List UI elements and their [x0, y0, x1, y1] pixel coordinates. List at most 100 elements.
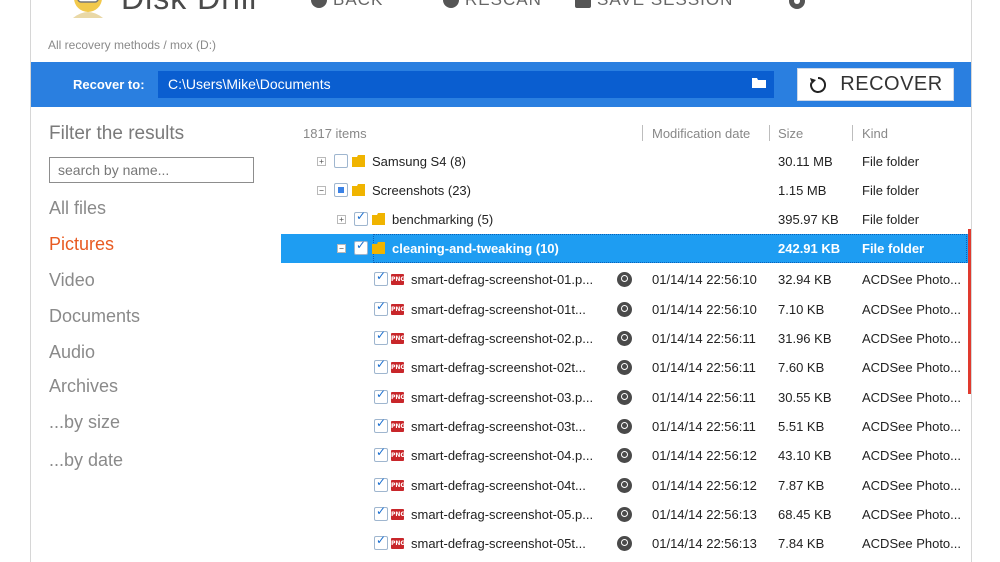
preview-icon[interactable]	[617, 536, 632, 551]
filter-all-files[interactable]: All files	[49, 198, 106, 219]
file-date: 01/14/14 22:56:11	[652, 331, 756, 346]
file-row[interactable]: PNG smart-defrag-screenshot-01t... 01/14…	[281, 295, 969, 324]
png-file-icon: PNG	[391, 421, 406, 432]
preview-icon[interactable]	[617, 331, 632, 346]
preview-icon[interactable]	[617, 390, 632, 405]
preview-icon[interactable]	[617, 448, 632, 463]
file-date: 01/14/14 22:56:12	[652, 448, 757, 463]
png-file-icon: PNG	[391, 362, 406, 373]
back-icon	[311, 0, 327, 8]
filter-by-date[interactable]: ...by date	[49, 450, 123, 471]
file-row[interactable]: PNG smart-defrag-screenshot-04.p... 01/1…	[281, 441, 969, 470]
expand-icon[interactable]: +	[337, 215, 346, 224]
column-separator[interactable]	[852, 125, 853, 141]
file-row[interactable]: PNG smart-defrag-screenshot-02t... 01/14…	[281, 353, 969, 382]
preview-icon[interactable]	[617, 360, 632, 375]
file-date: 01/14/14 22:56:10	[652, 302, 757, 317]
collapse-icon[interactable]: −	[337, 244, 346, 253]
preview-icon[interactable]	[617, 272, 632, 287]
column-header-kind[interactable]: Kind	[862, 126, 888, 141]
folder-size: 30.11 MB	[778, 154, 833, 169]
png-file-icon: PNG	[391, 392, 406, 403]
recover-icon	[810, 76, 827, 93]
png-file-icon: PNG	[391, 450, 406, 461]
save-session-button[interactable]: SAVE SESSION	[575, 0, 733, 10]
file-row[interactable]: PNG smart-defrag-screenshot-04t... 01/14…	[281, 471, 969, 500]
recover-bar: Recover to: C:\Users\Mike\Documents RECO…	[31, 62, 971, 107]
filter-archives[interactable]: Archives	[49, 376, 118, 397]
file-row[interactable]: PNG smart-defrag-screenshot-03.p... 01/1…	[281, 383, 969, 412]
search-input[interactable]	[49, 157, 254, 183]
expand-icon[interactable]: +	[317, 157, 326, 166]
column-separator[interactable]	[642, 125, 643, 141]
row-checkbox[interactable]	[354, 209, 368, 226]
file-row[interactable]: PNG smart-defrag-screenshot-01.p... 01/1…	[281, 265, 969, 294]
row-checkbox[interactable]	[354, 238, 368, 255]
column-header-date[interactable]: Modification date	[652, 126, 750, 141]
row-checkbox[interactable]	[374, 475, 388, 492]
filter-audio[interactable]: Audio	[49, 342, 95, 363]
row-checkbox[interactable]	[334, 183, 348, 197]
row-checkbox[interactable]	[374, 445, 388, 462]
file-kind: ACDSee Photo...	[862, 302, 961, 317]
filter-by-size[interactable]: ...by size	[49, 412, 120, 433]
folder-row-selected[interactable]: − cleaning-and-tweaking (10) 242.91 KB F…	[281, 234, 969, 263]
row-checkbox[interactable]	[374, 387, 388, 404]
file-date: 01/14/14 22:56:13	[652, 536, 757, 551]
folder-row[interactable]: − Screenshots (23) 1.15 MB File folder	[281, 176, 969, 205]
file-name: smart-defrag-screenshot-02.p...	[411, 331, 594, 346]
preview-icon[interactable]	[617, 478, 632, 493]
file-row[interactable]: PNG smart-defrag-screenshot-03t... 01/14…	[281, 412, 969, 441]
breadcrumb[interactable]: All recovery methods / mox (D:)	[48, 38, 216, 52]
file-kind: ACDSee Photo...	[862, 507, 961, 522]
file-row[interactable]: PNG smart-defrag-screenshot-05t... 01/14…	[281, 529, 969, 558]
png-file-icon: PNG	[391, 274, 406, 285]
back-button[interactable]: BACK	[311, 0, 383, 10]
preview-icon[interactable]	[617, 507, 632, 522]
folder-size: 1.15 MB	[778, 183, 827, 198]
recover-button[interactable]: RECOVER	[797, 68, 954, 101]
row-checkbox[interactable]	[374, 357, 388, 374]
row-checkbox[interactable]	[374, 533, 388, 550]
file-size: 7.60 KB	[778, 360, 825, 375]
file-name: smart-defrag-screenshot-04t...	[411, 478, 586, 493]
row-checkbox[interactable]	[374, 269, 388, 286]
scrollbar[interactable]	[968, 229, 971, 394]
rescan-icon	[443, 0, 459, 8]
folder-kind: File folder	[862, 154, 920, 169]
png-file-icon: PNG	[391, 538, 406, 549]
folder-icon	[372, 242, 385, 254]
preview-icon[interactable]	[617, 302, 632, 317]
file-size: 7.10 KB	[778, 302, 825, 317]
file-row[interactable]: PNG smart-defrag-screenshot-05.p... 01/1…	[281, 500, 969, 529]
file-list: 1817 items Modification date Size Kind +…	[281, 107, 971, 562]
file-date: 01/14/14 22:56:11	[652, 390, 756, 405]
rescan-button[interactable]: RESCAN	[443, 0, 542, 10]
row-checkbox[interactable]	[374, 416, 388, 433]
file-row[interactable]: PNG smart-defrag-screenshot-02.p... 01/1…	[281, 324, 969, 353]
folder-row[interactable]: + Samsung S4 (8) 30.11 MB File folder	[281, 147, 969, 176]
row-checkbox[interactable]	[374, 328, 388, 345]
gear-icon[interactable]	[786, 0, 808, 12]
window-border-right	[971, 0, 972, 562]
folder-size: 242.91 KB	[778, 241, 841, 256]
folder-row[interactable]: + benchmarking (5) 395.97 KB File folder	[281, 205, 969, 234]
column-separator[interactable]	[769, 125, 770, 141]
folder-kind: File folder	[862, 212, 920, 227]
row-checkbox[interactable]	[374, 299, 388, 316]
file-name: smart-defrag-screenshot-05t...	[411, 536, 586, 551]
filter-video[interactable]: Video	[49, 270, 95, 291]
file-kind: ACDSee Photo...	[862, 419, 961, 434]
row-checkbox[interactable]	[334, 154, 348, 168]
column-header-size[interactable]: Size	[778, 126, 803, 141]
recover-path-field[interactable]: C:\Users\Mike\Documents	[158, 71, 774, 98]
collapse-icon[interactable]: −	[317, 186, 326, 195]
filter-pictures[interactable]: Pictures	[49, 234, 114, 255]
png-file-icon: PNG	[391, 304, 406, 315]
row-checkbox[interactable]	[374, 504, 388, 521]
file-size: 7.87 KB	[778, 478, 825, 493]
browse-folder-icon[interactable]	[752, 76, 766, 88]
top-header: Disk Drill BACK RESCAN SAVE SESSION All …	[31, 0, 971, 70]
filter-documents[interactable]: Documents	[49, 306, 140, 327]
preview-icon[interactable]	[617, 419, 632, 434]
